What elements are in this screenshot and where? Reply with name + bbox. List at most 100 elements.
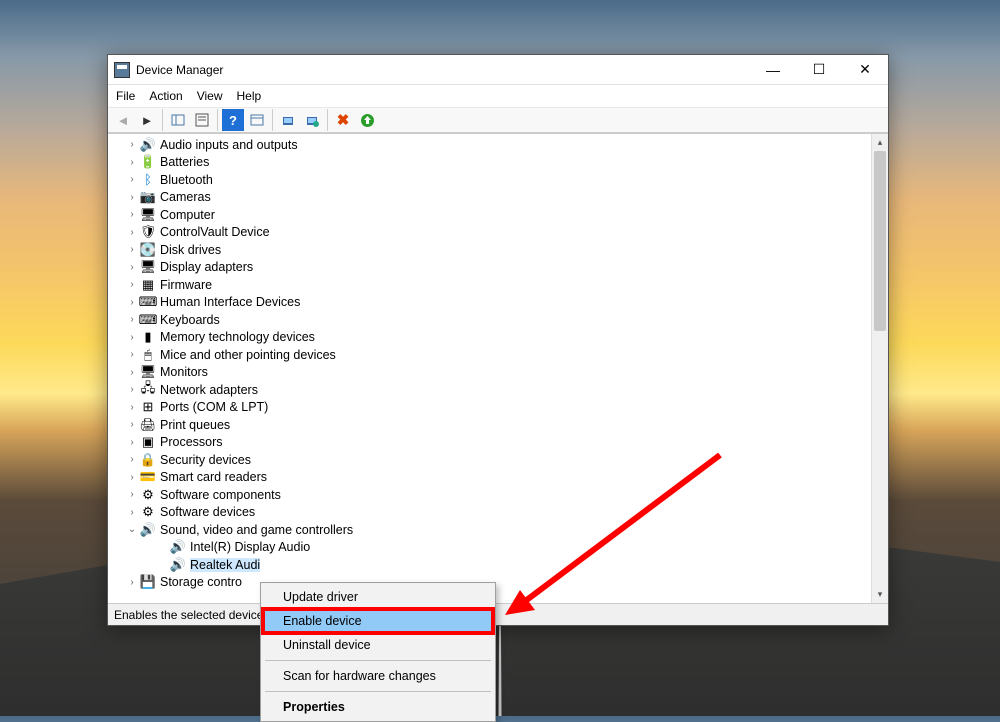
- close-button[interactable]: ✕: [842, 55, 888, 85]
- tree-node[interactable]: ›🛡ControlVault Device: [126, 224, 871, 242]
- device-icon: ⌨: [140, 312, 156, 328]
- update-driver-button[interactable]: [277, 109, 299, 131]
- uninstall-button[interactable]: [301, 109, 323, 131]
- menu-action[interactable]: Action: [149, 89, 182, 103]
- expander-icon[interactable]: ⌄: [126, 524, 138, 535]
- context-menu-item[interactable]: Properties: [263, 695, 493, 719]
- tree-node[interactable]: ›▣Processors: [126, 434, 871, 452]
- expander-icon[interactable]: ›: [126, 507, 138, 518]
- expander-icon[interactable]: ›: [126, 227, 138, 238]
- tree-node[interactable]: ›💽Disk drives: [126, 241, 871, 259]
- expander-icon[interactable]: ›: [126, 192, 138, 203]
- disable-button[interactable]: ✖: [332, 109, 354, 131]
- tree-node[interactable]: ›⚙Software devices: [126, 504, 871, 522]
- tree-node[interactable]: ›🖧Network adapters: [126, 381, 871, 399]
- node-label: Mice and other pointing devices: [160, 348, 336, 362]
- device-icon: 🖥: [140, 259, 156, 275]
- show-hide-tree-button[interactable]: [167, 109, 189, 131]
- expander-icon[interactable]: ›: [126, 244, 138, 255]
- expander-icon[interactable]: ›: [126, 489, 138, 500]
- tree-node[interactable]: ›💾Storage contro: [126, 574, 871, 592]
- expander-icon[interactable]: ›: [126, 262, 138, 273]
- properties-button[interactable]: [191, 109, 213, 131]
- device-icon: 🖥: [140, 207, 156, 223]
- tree-node[interactable]: ⌄🔊Sound, video and game controllers: [126, 521, 871, 539]
- tree-node[interactable]: ›▦Firmware: [126, 276, 871, 294]
- expander-icon[interactable]: ›: [126, 314, 138, 325]
- device-icon: 🔊: [140, 137, 156, 153]
- tree-node[interactable]: ›⊞Ports (COM & LPT): [126, 399, 871, 417]
- tree-node[interactable]: ›💳Smart card readers: [126, 469, 871, 487]
- tree-node[interactable]: ›🖥Display adapters: [126, 259, 871, 277]
- tree-node[interactable]: ›🔋Batteries: [126, 154, 871, 172]
- device-icon: 🛡: [140, 224, 156, 240]
- expander-icon[interactable]: ›: [126, 297, 138, 308]
- tree-node-child[interactable]: 🔊Realtek Audi: [126, 556, 871, 574]
- expander-icon[interactable]: ›: [126, 332, 138, 343]
- maximize-button[interactable]: ☐: [796, 55, 842, 85]
- menu-help[interactable]: Help: [237, 89, 262, 103]
- device-icon: ▦: [140, 277, 156, 293]
- expander-icon[interactable]: ›: [126, 384, 138, 395]
- tree-node[interactable]: ›ᛒ Bluetooth: [126, 171, 871, 189]
- device-icon: ⚙: [140, 504, 156, 520]
- device-icon: ⌨: [140, 294, 156, 310]
- tree-node[interactable]: ›⚙Software components: [126, 486, 871, 504]
- expander-icon[interactable]: ›: [126, 437, 138, 448]
- expander-icon[interactable]: ›: [126, 349, 138, 360]
- back-button[interactable]: ◄: [112, 109, 134, 131]
- tree-node[interactable]: ›🔊Audio inputs and outputs: [126, 136, 871, 154]
- expander-icon[interactable]: ›: [126, 139, 138, 150]
- titlebar: Device Manager — ☐ ✕: [108, 55, 888, 85]
- toolbar-separator: [272, 109, 273, 131]
- expander-icon[interactable]: ›: [126, 279, 138, 290]
- expander-icon[interactable]: ›: [126, 209, 138, 220]
- expander-icon[interactable]: ›: [126, 419, 138, 430]
- expander-icon[interactable]: ›: [126, 472, 138, 483]
- enable-button[interactable]: [356, 109, 378, 131]
- scrollbar[interactable]: ▴ ▾: [871, 134, 888, 603]
- device-icon: ᛒ: [140, 172, 156, 188]
- scroll-down-button[interactable]: ▾: [872, 586, 888, 603]
- node-label: Ports (COM & LPT): [160, 400, 268, 414]
- tree-node-child[interactable]: 🔊Intel(R) Display Audio: [126, 539, 871, 557]
- minimize-button[interactable]: —: [750, 55, 796, 85]
- toolbar: ◄ ► ? ✖: [108, 107, 888, 133]
- context-menu: Update driverEnable deviceUninstall devi…: [260, 582, 496, 722]
- tree-node[interactable]: ›🖱Mice and other pointing devices: [126, 346, 871, 364]
- expander-icon[interactable]: ›: [126, 367, 138, 378]
- device-icon: 🖧: [140, 382, 156, 398]
- scan-button[interactable]: [246, 109, 268, 131]
- node-label: Memory technology devices: [160, 330, 315, 344]
- tree-node[interactable]: ›📷Cameras: [126, 189, 871, 207]
- expander-icon[interactable]: ›: [126, 174, 138, 185]
- tree-node[interactable]: ›⌨Keyboards: [126, 311, 871, 329]
- context-menu-item[interactable]: Scan for hardware changes: [263, 664, 493, 688]
- menu-view[interactable]: View: [197, 89, 223, 103]
- node-label: Disk drives: [160, 243, 221, 257]
- context-menu-item[interactable]: Enable device: [263, 609, 493, 633]
- context-menu-item[interactable]: Update driver: [263, 585, 493, 609]
- tree-node[interactable]: ›🔒Security devices: [126, 451, 871, 469]
- device-icon: 🖨: [140, 417, 156, 433]
- toolbar-separator: [327, 109, 328, 131]
- tree-node[interactable]: ›🖥Computer: [126, 206, 871, 224]
- tree-node[interactable]: ›🖨Print queues: [126, 416, 871, 434]
- help-button[interactable]: ?: [222, 109, 244, 131]
- node-label: Bluetooth: [160, 173, 213, 187]
- expander-icon[interactable]: ›: [126, 454, 138, 465]
- node-label: Security devices: [160, 453, 251, 467]
- expander-icon[interactable]: ›: [126, 157, 138, 168]
- scroll-thumb[interactable]: [874, 151, 886, 331]
- device-tree[interactable]: ›🔊Audio inputs and outputs›🔋Batteries›ᛒB…: [108, 134, 871, 603]
- forward-button[interactable]: ►: [136, 109, 158, 131]
- tree-node[interactable]: ›🖥Monitors: [126, 364, 871, 382]
- device-icon: 💾: [140, 574, 156, 590]
- tree-node[interactable]: ›⌨Human Interface Devices: [126, 294, 871, 312]
- expander-icon[interactable]: ›: [126, 577, 138, 588]
- tree-node[interactable]: ›▮Memory technology devices: [126, 329, 871, 347]
- expander-icon[interactable]: ›: [126, 402, 138, 413]
- scroll-up-button[interactable]: ▴: [872, 134, 888, 151]
- context-menu-item[interactable]: Uninstall device: [263, 633, 493, 657]
- menu-file[interactable]: File: [116, 89, 135, 103]
